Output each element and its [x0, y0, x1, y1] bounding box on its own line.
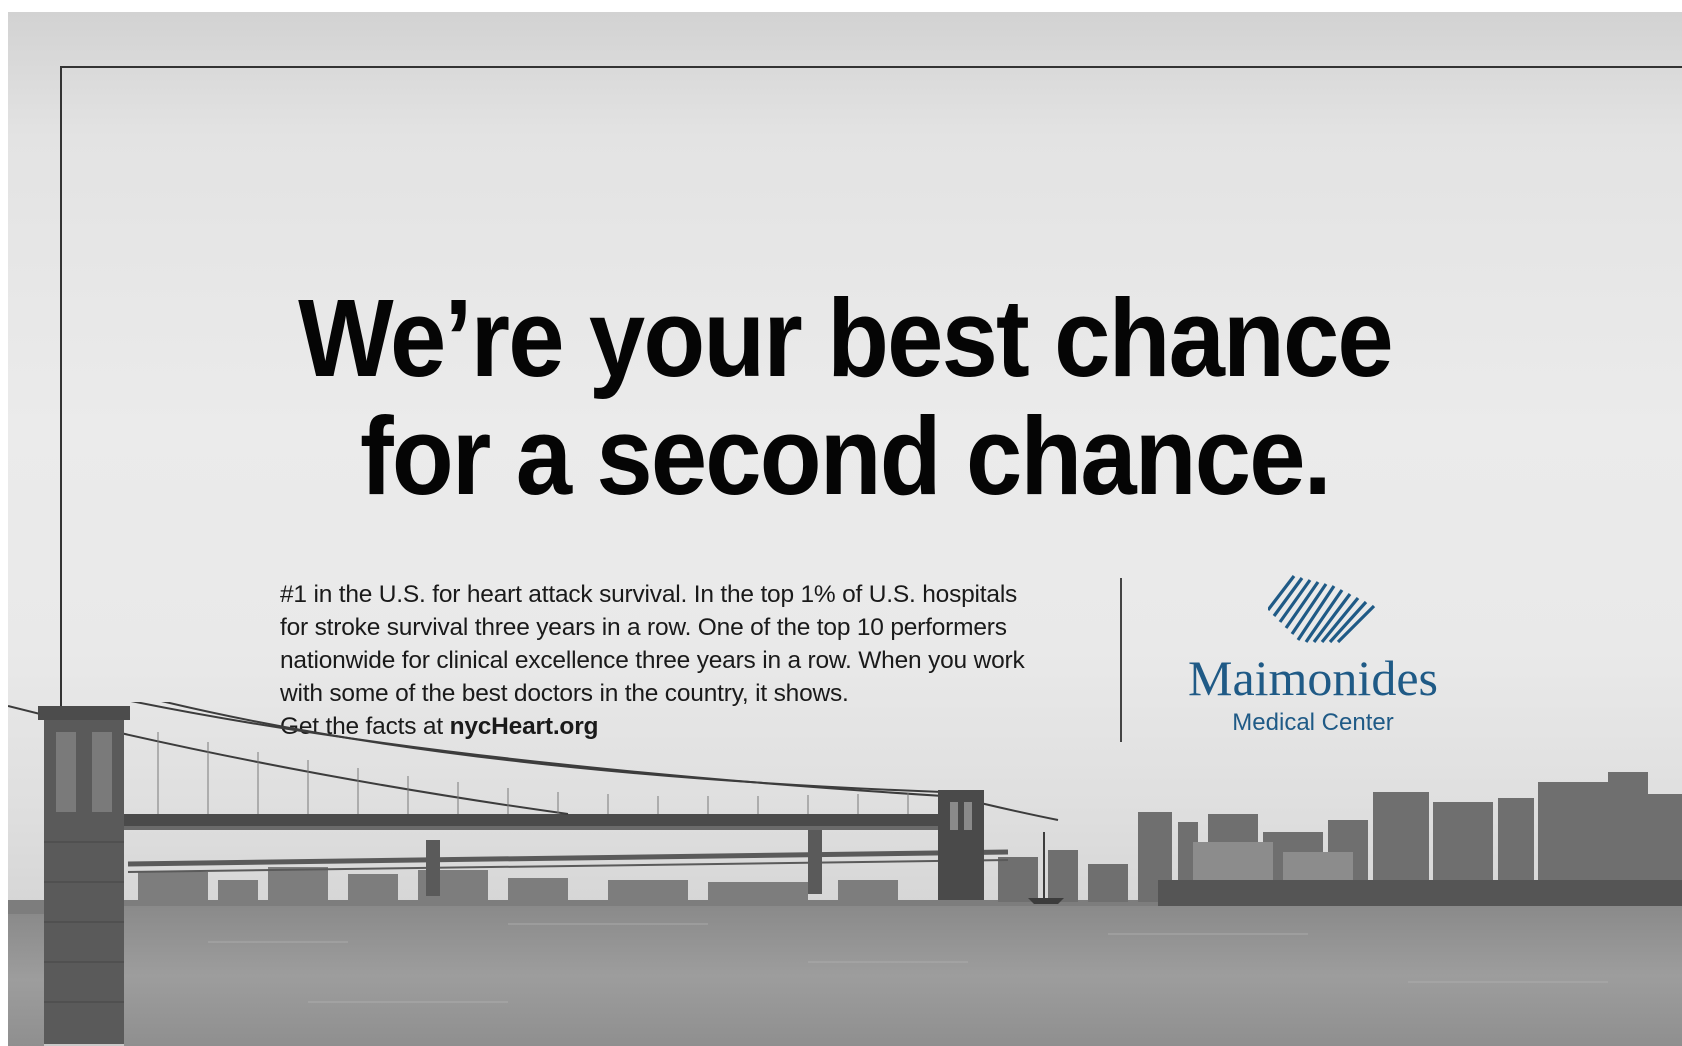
logo-name: Maimonides	[1188, 650, 1438, 706]
headline-line-1: We’re your best chance	[298, 277, 1394, 400]
maimonides-logo-mark-icon	[1268, 575, 1376, 644]
advertisement: We’re your best chance for a second chan…	[8, 12, 1682, 1046]
headline: We’re your best chance for a second chan…	[75, 280, 1615, 516]
headline-line-2: for a second chance.	[360, 395, 1332, 518]
body-paragraph: #1 in the U.S. for heart attack survival…	[280, 581, 1025, 707]
brooklyn-bridge-skyline-photo	[8, 702, 1682, 1046]
